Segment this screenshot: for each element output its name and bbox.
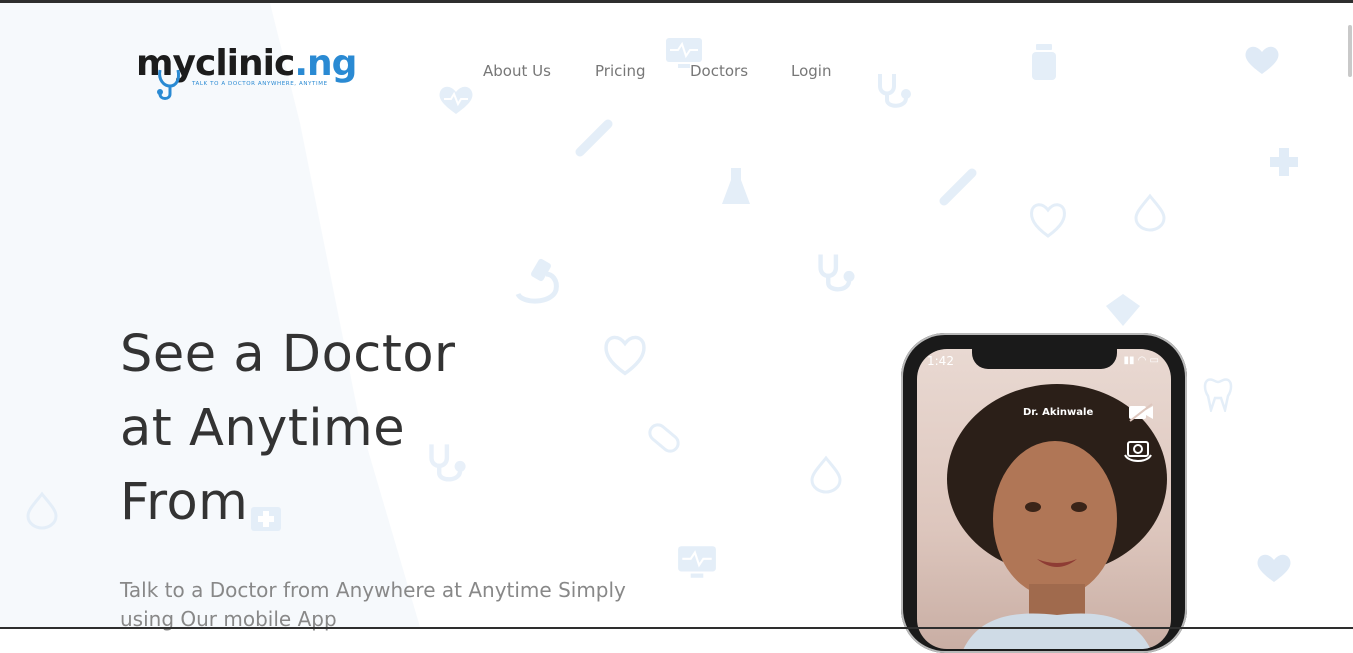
nav-pricing[interactable]: Pricing [595,62,646,80]
stethoscope-icon [814,250,860,294]
thermometer-icon [936,165,980,207]
plus-icon [1104,292,1142,328]
video-call-screen: 1:42 ▮▮ ◠ ▭ Dr. Akinwale [917,349,1171,649]
hero-title-line: From [120,473,249,532]
bottle-icon [1030,42,1058,82]
logo-suffix-text: .ng [294,43,357,84]
window-top-border [0,0,1353,3]
flask-icon [720,166,752,208]
brand-logo[interactable]: myclinic.ng TALK TO A DOCTOR ANYWHERE, A… [136,44,366,104]
monitor-icon [676,544,718,580]
heart-icon [1244,44,1280,76]
heart-icon [602,332,648,378]
nav-doctors[interactable]: Doctors [690,62,748,80]
phone-mockup: 1:42 ▮▮ ◠ ▭ Dr. Akinwale [901,333,1187,653]
logo-tagline: TALK TO A DOCTOR ANYWHERE, ANYTIME [192,81,328,87]
video-camera-icon[interactable] [1127,401,1155,423]
plus-icon [1268,146,1300,178]
pill-icon [644,418,684,458]
tooth-icon [1202,376,1234,412]
microscope-icon [512,256,562,306]
scrollbar-thumb[interactable] [1348,25,1352,77]
hero-title: See a Doctor at Anytime From [120,318,455,540]
thermometer-icon [572,116,616,158]
nav-login[interactable]: Login [791,62,831,80]
heart-icon [438,84,474,116]
doctor-name: Dr. Akinwale [1023,407,1094,418]
pill-icon [1028,200,1068,240]
stethoscope-icon [154,68,194,102]
signal-wifi-battery-icon: ▮▮ ◠ ▭ [1123,355,1159,366]
heart-icon [1256,552,1292,584]
page-scrollbar[interactable] [1345,3,1353,627]
drop-icon [1130,192,1170,232]
drop-icon [806,454,846,494]
drop-icon [22,490,62,530]
status-time: 1:42 [927,354,954,368]
phone-notch [972,349,1117,369]
nav-about-us[interactable]: About Us [483,62,551,80]
hero-subtitle: Talk to a Doctor from Anywhere at Anytim… [120,578,626,631]
hero-title-line: at Anytime [120,399,406,458]
flip-camera-icon[interactable] [1123,437,1153,463]
stethoscope-icon [874,70,916,110]
hero-title-line: See a Doctor [120,325,456,384]
